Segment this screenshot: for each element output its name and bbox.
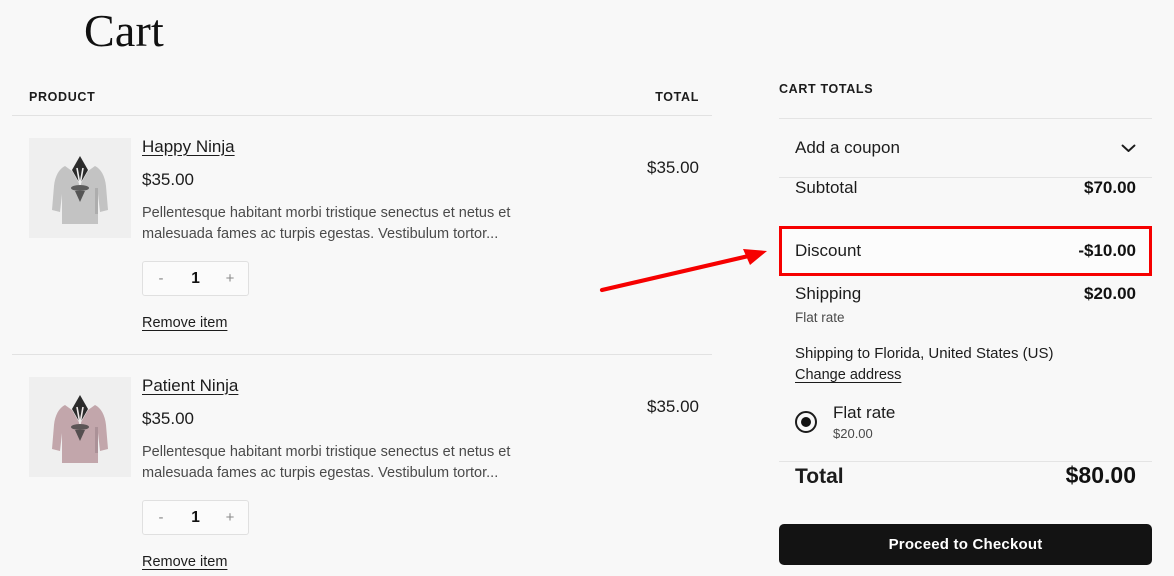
table-row: Patient Ninja $35.00 Pellentesque habita…	[12, 354, 712, 576]
cart-totals-title: CART TOTALS	[779, 82, 1152, 119]
shipping-option-flat-rate[interactable]: Flat rate $20.00	[795, 403, 1136, 441]
column-header-product: PRODUCT	[29, 90, 96, 104]
shipping-option-name: Flat rate	[833, 403, 896, 422]
cart-totals-panel: CART TOTALS Add a coupon Subtotal $70.00…	[779, 82, 1152, 565]
page-title: Cart	[84, 5, 164, 56]
hoodie-image	[29, 377, 131, 477]
subtotal-row: Subtotal $70.00	[779, 178, 1152, 226]
grand-total-row: Total $80.00	[779, 462, 1152, 524]
column-header-total: TOTAL	[655, 90, 699, 104]
shipping-destination: Shipping to Florida, United States (US)	[795, 345, 1054, 362]
quantity-stepper[interactable]: - 1 +	[142, 500, 249, 535]
product-name-link[interactable]: Patient Ninja	[142, 375, 238, 397]
product-unit-price: $35.00	[142, 170, 194, 189]
quantity-value: 1	[191, 508, 200, 526]
discount-row: Discount -$10.00	[782, 229, 1149, 273]
shipping-option-text: Flat rate $20.00	[833, 403, 895, 441]
cart-items-table: PRODUCT TOTAL Happy Ninja $35.00 Pellent…	[12, 82, 712, 576]
quantity-increment-button[interactable]: +	[223, 271, 237, 286]
chevron-down-icon	[1121, 144, 1136, 153]
quantity-increment-button[interactable]: +	[223, 510, 237, 525]
row-line-total: $35.00	[647, 158, 699, 177]
quantity-decrement-button[interactable]: -	[154, 271, 168, 286]
product-description: Pellentesque habitant morbi tristique se…	[142, 205, 511, 242]
subtotal-label: Subtotal	[795, 178, 858, 197]
product-details: Patient Ninja $35.00 Pellentesque habita…	[142, 375, 712, 571]
quantity-stepper[interactable]: - 1 +	[142, 261, 249, 296]
hoodie-image	[29, 138, 131, 238]
remove-item-link[interactable]: Remove item	[142, 553, 227, 571]
shipping-method-name: Flat rate	[795, 310, 845, 325]
quantity-value: 1	[191, 269, 200, 287]
product-thumbnail[interactable]	[29, 377, 131, 477]
change-address-link[interactable]: Change address	[795, 367, 901, 383]
shipping-row: Shipping $20.00	[795, 276, 1136, 304]
total-value: $80.00	[1065, 462, 1136, 488]
product-thumbnail[interactable]	[29, 138, 131, 238]
quantity-decrement-button[interactable]: -	[154, 510, 168, 525]
shipping-label: Shipping	[795, 284, 862, 303]
discount-row-highlight: Discount -$10.00	[779, 226, 1152, 276]
remove-item-link[interactable]: Remove item	[142, 314, 227, 332]
radio-selected-icon[interactable]	[795, 411, 817, 433]
table-row: Happy Ninja $35.00 Pellentesque habitant…	[12, 116, 712, 354]
discount-label: Discount	[795, 241, 862, 260]
add-coupon-toggle[interactable]: Add a coupon	[779, 119, 1152, 178]
row-line-total: $35.00	[647, 397, 699, 416]
shipping-option-price: $20.00	[833, 426, 873, 441]
shipping-value: $20.00	[1084, 284, 1136, 303]
cart-page: Cart PRODUCT TOTAL Happy Ninja $35.00 Pe…	[0, 0, 1174, 576]
product-unit-price: $35.00	[142, 409, 194, 428]
product-name-link[interactable]: Happy Ninja	[142, 136, 235, 158]
product-details: Happy Ninja $35.00 Pellentesque habitant…	[142, 136, 712, 332]
shipping-section: Shipping $20.00 Flat rate Shipping to Fl…	[779, 276, 1152, 441]
proceed-to-checkout-button[interactable]: Proceed to Checkout	[779, 524, 1152, 565]
discount-value: -$10.00	[1078, 241, 1136, 260]
add-coupon-label: Add a coupon	[795, 138, 900, 157]
cart-items-header: PRODUCT TOTAL	[12, 82, 712, 116]
subtotal-value: $70.00	[1084, 178, 1136, 197]
product-description: Pellentesque habitant morbi tristique se…	[142, 444, 511, 481]
total-label: Total	[795, 465, 844, 488]
